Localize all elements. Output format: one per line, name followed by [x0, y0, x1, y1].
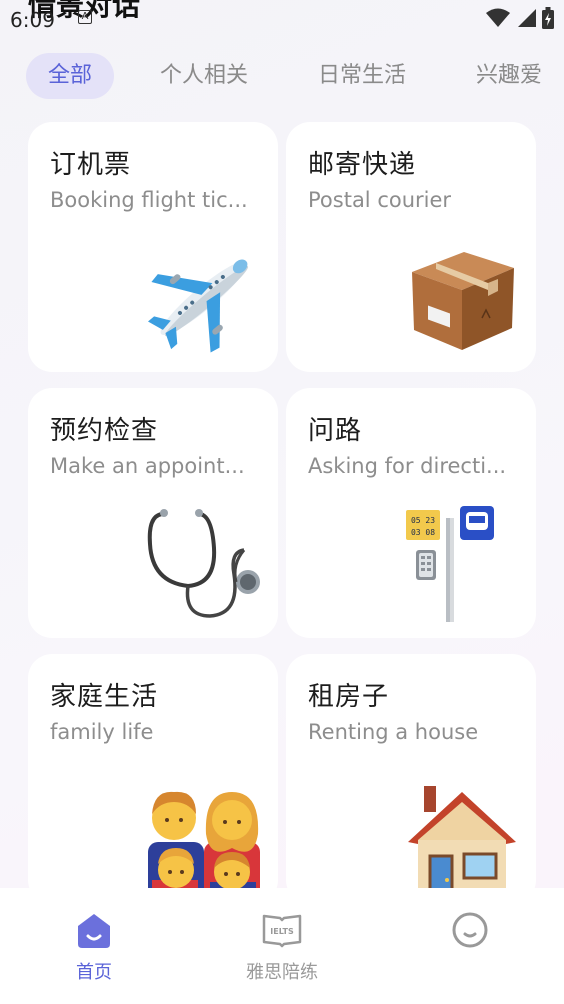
- scenario-card-postal-courier[interactable]: 邮寄快递 Postal courier: [286, 122, 536, 372]
- tab-hobbies[interactable]: 兴趣爱: [454, 53, 564, 99]
- scenario-card-booking-flight[interactable]: 订机票 Booking flight tic...: [28, 122, 278, 372]
- bus-stop-icon: 05 23 03 08: [406, 506, 494, 622]
- card-subtitle: Make an appoint...: [50, 454, 245, 478]
- profile-icon: [452, 912, 488, 948]
- nav-home[interactable]: 首页: [24, 910, 164, 984]
- status-time: 6:09: [10, 8, 55, 32]
- package-icon: [412, 252, 514, 350]
- card-title: 订机票: [50, 150, 132, 180]
- card-subtitle: Postal courier: [308, 188, 452, 212]
- nav-ielts-practice[interactable]: IELTS 雅思陪练: [212, 910, 352, 984]
- category-tabs: 全部 个人相关 日常生活 兴趣爱: [26, 53, 564, 99]
- nav-profile[interactable]: [400, 910, 540, 958]
- card-subtitle: Asking for directi...: [308, 454, 507, 478]
- card-title: 预约检查: [50, 416, 159, 446]
- card-title: 问路: [308, 416, 363, 446]
- app-root: 情景对话 6:09 A 全部 个人相关 日常生活 兴趣爱 订机票 Booking…: [0, 0, 564, 1004]
- bottom-nav: 首页 IELTS 雅思陪练: [0, 888, 564, 1004]
- wifi-icon: [486, 8, 510, 27]
- ielts-icon: IELTS: [262, 914, 302, 948]
- signal-icon: [518, 9, 536, 27]
- battery-icon: [542, 7, 554, 29]
- card-title: 家庭生活: [50, 682, 159, 712]
- status-bar: 情景对话 6:09 A: [0, 0, 564, 34]
- family-icon: [148, 791, 260, 904]
- card-title: 租房子: [308, 682, 390, 712]
- home-icon: [78, 914, 110, 948]
- status-icons: [486, 7, 554, 29]
- scenario-card-appointment[interactable]: 预约检查 Make an appoint...: [28, 388, 278, 638]
- card-subtitle: family life: [50, 720, 154, 744]
- bus-stop-line2: 03 08: [411, 528, 435, 537]
- tab-daily-life[interactable]: 日常生活: [296, 53, 428, 99]
- card-subtitle: Renting a house: [308, 720, 479, 744]
- ielts-icon-text: IELTS: [270, 927, 294, 936]
- airplane-icon: [147, 259, 249, 353]
- card-subtitle: Booking flight tic...: [50, 188, 248, 212]
- scenario-card-renting-house[interactable]: 租房子 Renting a house: [286, 654, 536, 904]
- scenario-card-family-life[interactable]: 家庭生活 family life: [28, 654, 278, 904]
- nav-home-label: 首页: [76, 962, 112, 983]
- tab-all[interactable]: 全部: [26, 53, 115, 99]
- scenario-card-directions[interactable]: 问路 Asking for directi... 05 23 03 08: [286, 388, 536, 638]
- tab-personal[interactable]: 个人相关: [138, 53, 270, 99]
- card-title: 邮寄快递: [308, 150, 417, 180]
- nav-ielts-label: 雅思陪练: [246, 962, 318, 983]
- stethoscope-icon: [147, 509, 260, 618]
- bus-stop-line1: 05 23: [411, 516, 435, 525]
- status-a-icon: A: [78, 10, 92, 24]
- house-icon: [402, 786, 520, 904]
